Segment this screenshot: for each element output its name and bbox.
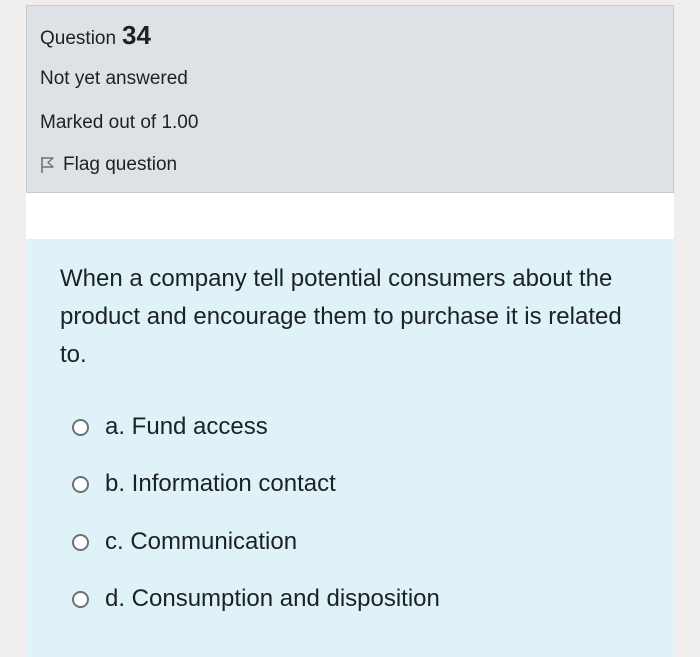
question-title: Question 34 <box>40 20 151 51</box>
answer-option-c[interactable]: c. Communication <box>72 528 297 556</box>
radio-icon[interactable] <box>72 533 89 551</box>
answer-label: c. Communication <box>105 528 298 555</box>
flag-question-label: Flag question <box>63 154 178 175</box>
radio-icon[interactable] <box>72 418 89 436</box>
question-text: When a company tell potential consumers … <box>60 265 622 368</box>
radio-icon[interactable] <box>72 590 89 608</box>
question-label: Question <box>40 28 117 49</box>
answer-option-d[interactable]: d. Consumption and disposition <box>72 585 440 613</box>
question-number: 34 <box>122 20 151 50</box>
question-content-panel: When a company tell potential consumers … <box>26 239 674 657</box>
question-state: Not yet answered <box>40 68 188 89</box>
answer-label: d. Consumption and disposition <box>105 585 440 612</box>
panel-divider <box>26 193 674 239</box>
question-info-panel: Question 34 Not yet answered Marked out o… <box>26 5 674 193</box>
answer-option-a[interactable]: a. Fund access <box>72 413 268 441</box>
flag-icon <box>41 157 54 173</box>
answer-label: b. Information contact <box>105 470 336 497</box>
answer-option-b[interactable]: b. Information contact <box>72 470 336 498</box>
answer-label: a. Fund access <box>105 413 268 440</box>
radio-icon[interactable] <box>72 475 89 493</box>
quiz-page: Question 34 Not yet answered Marked out o… <box>0 0 700 657</box>
flag-question-button[interactable]: Flag question <box>40 154 177 176</box>
question-grade: Marked out of 1.00 <box>40 112 199 133</box>
